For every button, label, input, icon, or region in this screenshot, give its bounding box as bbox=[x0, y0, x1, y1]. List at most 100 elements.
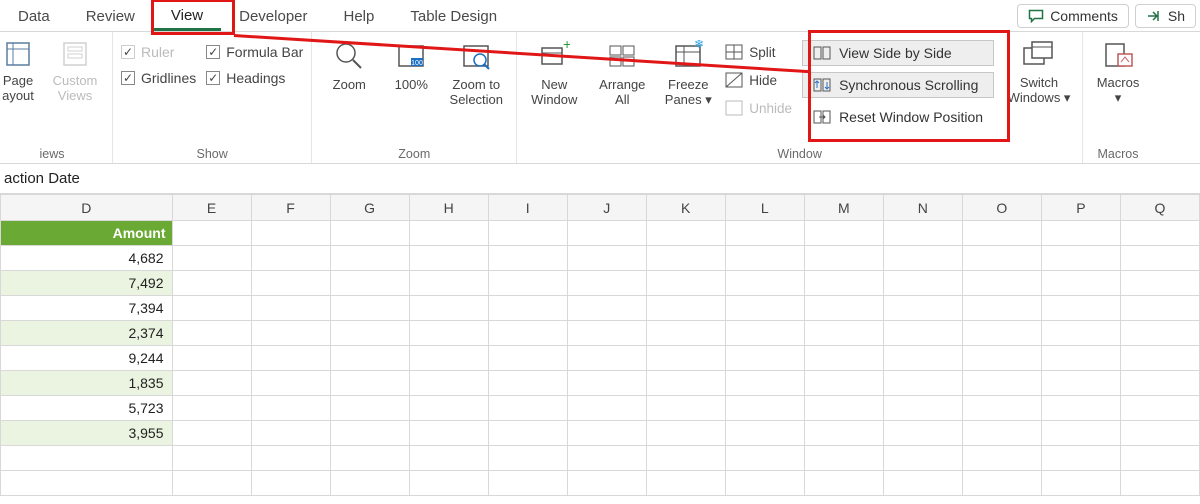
cell[interactable] bbox=[330, 271, 409, 296]
cell[interactable] bbox=[251, 221, 330, 246]
cell[interactable] bbox=[172, 396, 251, 421]
cell[interactable] bbox=[567, 396, 646, 421]
cell[interactable] bbox=[330, 371, 409, 396]
cell[interactable] bbox=[1041, 221, 1120, 246]
col-header[interactable]: O bbox=[962, 195, 1041, 221]
cell[interactable] bbox=[488, 421, 567, 446]
cell[interactable] bbox=[804, 421, 883, 446]
table-row[interactable]: 9,244 bbox=[1, 346, 1200, 371]
cell[interactable] bbox=[488, 246, 567, 271]
cell[interactable] bbox=[567, 296, 646, 321]
col-header[interactable]: K bbox=[646, 195, 725, 221]
cell[interactable] bbox=[883, 471, 962, 496]
cell[interactable] bbox=[330, 346, 409, 371]
cell[interactable] bbox=[725, 296, 804, 321]
cell[interactable] bbox=[488, 221, 567, 246]
cell[interactable] bbox=[962, 446, 1041, 471]
cell[interactable] bbox=[883, 221, 962, 246]
cell[interactable] bbox=[804, 271, 883, 296]
page-layout-button[interactable]: Page ayout bbox=[0, 38, 36, 104]
zoom-100-button[interactable]: 100 100% bbox=[388, 38, 434, 93]
tab-developer[interactable]: Developer bbox=[221, 0, 325, 31]
cell[interactable] bbox=[409, 346, 488, 371]
cell[interactable] bbox=[172, 246, 251, 271]
cell[interactable] bbox=[725, 246, 804, 271]
cell[interactable] bbox=[330, 396, 409, 421]
cell[interactable] bbox=[646, 221, 725, 246]
cell[interactable] bbox=[567, 471, 646, 496]
cell[interactable] bbox=[646, 271, 725, 296]
cell[interactable] bbox=[330, 246, 409, 271]
cell[interactable] bbox=[567, 246, 646, 271]
cell[interactable] bbox=[251, 296, 330, 321]
cell[interactable] bbox=[1041, 246, 1120, 271]
cell[interactable] bbox=[804, 296, 883, 321]
formula-bar[interactable]: action Date bbox=[0, 164, 1200, 194]
cell[interactable] bbox=[646, 346, 725, 371]
cell[interactable] bbox=[1120, 471, 1199, 496]
table-row[interactable]: 5,723 bbox=[1, 396, 1200, 421]
cell[interactable] bbox=[725, 346, 804, 371]
cell[interactable] bbox=[251, 396, 330, 421]
cell[interactable] bbox=[962, 396, 1041, 421]
amount-column-header[interactable]: Amount bbox=[1, 221, 173, 246]
cell[interactable] bbox=[1120, 221, 1199, 246]
cell[interactable] bbox=[883, 346, 962, 371]
cell[interactable] bbox=[804, 321, 883, 346]
cell[interactable] bbox=[409, 296, 488, 321]
cell[interactable] bbox=[883, 396, 962, 421]
cell[interactable] bbox=[646, 371, 725, 396]
cell[interactable] bbox=[488, 346, 567, 371]
cell[interactable] bbox=[962, 371, 1041, 396]
table-row[interactable]: 7,492 bbox=[1, 271, 1200, 296]
cell[interactable] bbox=[646, 321, 725, 346]
cell[interactable] bbox=[330, 471, 409, 496]
switch-windows-button[interactable]: Switch Windows ▾ bbox=[1004, 38, 1074, 106]
cell[interactable] bbox=[962, 421, 1041, 446]
cell[interactable] bbox=[172, 346, 251, 371]
cell[interactable] bbox=[804, 471, 883, 496]
cell[interactable] bbox=[172, 321, 251, 346]
cell[interactable] bbox=[409, 421, 488, 446]
cell[interactable] bbox=[409, 371, 488, 396]
col-header[interactable]: G bbox=[330, 195, 409, 221]
cell[interactable] bbox=[646, 246, 725, 271]
cell[interactable] bbox=[567, 446, 646, 471]
cell[interactable] bbox=[251, 421, 330, 446]
cell[interactable] bbox=[1120, 246, 1199, 271]
amount-cell[interactable]: 5,723 bbox=[1, 396, 173, 421]
zoom-to-selection-button[interactable]: Zoom to Selection bbox=[444, 38, 508, 108]
cell[interactable] bbox=[646, 446, 725, 471]
cell[interactable] bbox=[409, 271, 488, 296]
cell[interactable] bbox=[725, 271, 804, 296]
cell[interactable] bbox=[1120, 346, 1199, 371]
cell[interactable] bbox=[330, 321, 409, 346]
cell[interactable] bbox=[1120, 271, 1199, 296]
col-header[interactable]: H bbox=[409, 195, 488, 221]
col-header[interactable]: Q bbox=[1120, 195, 1199, 221]
col-header[interactable]: D bbox=[1, 195, 173, 221]
cell[interactable] bbox=[962, 321, 1041, 346]
tab-help[interactable]: Help bbox=[326, 0, 393, 31]
checkbox-gridlines[interactable]: Gridlines bbox=[121, 70, 196, 86]
cell[interactable] bbox=[646, 471, 725, 496]
cell[interactable] bbox=[251, 271, 330, 296]
col-header[interactable]: L bbox=[725, 195, 804, 221]
cell[interactable] bbox=[488, 271, 567, 296]
cell[interactable] bbox=[1041, 471, 1120, 496]
spreadsheet-grid[interactable]: D E F G H I J K L M N O P Q Amount4,6827… bbox=[0, 194, 1200, 496]
cell[interactable] bbox=[883, 296, 962, 321]
cell[interactable] bbox=[1041, 396, 1120, 421]
cell[interactable] bbox=[567, 271, 646, 296]
amount-cell[interactable]: 7,492 bbox=[1, 271, 173, 296]
synchronous-scrolling-button[interactable]: Synchronous Scrolling bbox=[802, 72, 994, 98]
cell[interactable] bbox=[962, 271, 1041, 296]
cell[interactable] bbox=[409, 446, 488, 471]
col-header[interactable]: M bbox=[804, 195, 883, 221]
cell[interactable] bbox=[172, 446, 251, 471]
amount-cell[interactable]: 2,374 bbox=[1, 321, 173, 346]
cell[interactable] bbox=[962, 346, 1041, 371]
cell[interactable] bbox=[172, 371, 251, 396]
arrange-all-button[interactable]: Arrange All bbox=[593, 38, 651, 108]
share-button[interactable]: Sh bbox=[1135, 4, 1196, 28]
